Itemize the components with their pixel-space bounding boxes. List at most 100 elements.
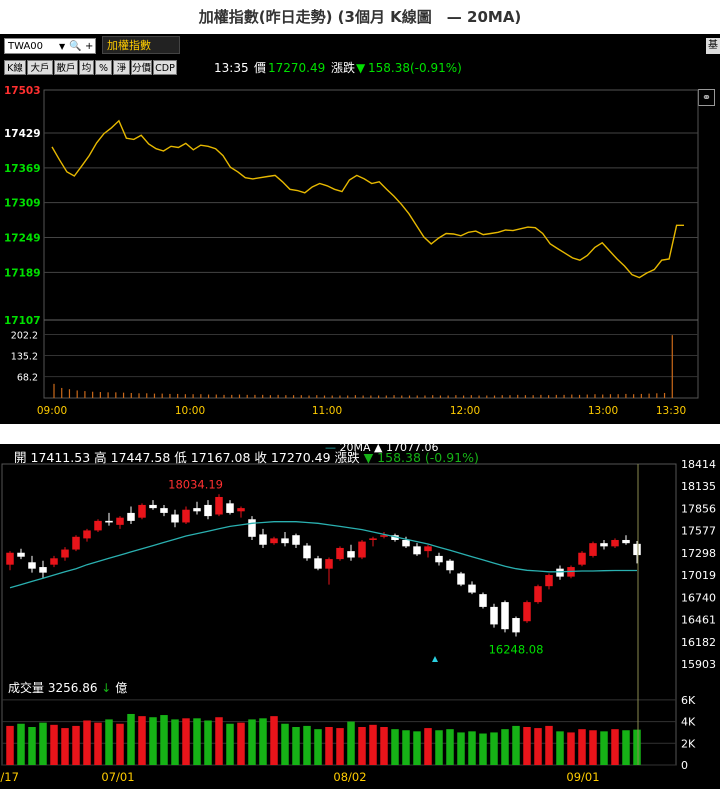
candle-body bbox=[72, 536, 80, 550]
intraday-x-tick: 10:00 bbox=[175, 405, 205, 417]
daily-volume-bar bbox=[424, 728, 432, 765]
candle-body bbox=[479, 594, 487, 607]
intraday-volume-tick: 68.2 bbox=[17, 373, 38, 384]
candle-body bbox=[446, 560, 454, 571]
candle-body bbox=[413, 546, 421, 555]
candle-body bbox=[105, 520, 113, 523]
candle-body bbox=[589, 543, 597, 556]
open-value: 17411.53 bbox=[30, 450, 91, 465]
candle-body bbox=[424, 546, 432, 552]
daily-volume-bar bbox=[545, 725, 553, 765]
candle-body bbox=[556, 568, 564, 577]
volume-value: 3256.86 bbox=[47, 681, 98, 695]
daily-volume-bar bbox=[248, 719, 256, 765]
daily-volume-bar bbox=[479, 733, 487, 765]
candle-body bbox=[149, 504, 157, 509]
daily-volume-bar bbox=[237, 722, 245, 765]
daily-change-value: 158.38 bbox=[377, 450, 421, 465]
candle-body bbox=[303, 545, 311, 559]
daily-volume-bar bbox=[83, 720, 91, 765]
intraday-x-tick: 13:00 bbox=[588, 405, 618, 417]
candle-body bbox=[534, 586, 542, 603]
daily-y-tick: 16740 bbox=[681, 591, 716, 604]
daily-volume-bar bbox=[402, 730, 410, 765]
candle-body bbox=[226, 503, 234, 513]
daily-volume-bar bbox=[193, 718, 201, 765]
daily-volume-bar bbox=[369, 724, 377, 765]
volume-legend: 成交量 3256.86 ↓ 億 bbox=[8, 679, 127, 696]
daily-x-tick: 6/17 bbox=[0, 770, 19, 784]
daily-volume-bar bbox=[50, 724, 58, 765]
daily-change-label: 漲跌 bbox=[334, 450, 360, 465]
intraday-x-tick: 11:00 bbox=[312, 405, 342, 417]
daily-frame bbox=[1, 463, 677, 766]
candle-body bbox=[182, 509, 190, 523]
daily-volume-bar bbox=[325, 727, 333, 765]
candle-body bbox=[369, 538, 377, 540]
candle-body bbox=[171, 514, 179, 523]
daily-y-tick: 17298 bbox=[681, 547, 716, 560]
daily-volume-bar bbox=[380, 727, 388, 765]
daily-volume-tick: 4K bbox=[681, 716, 696, 729]
candle-body bbox=[127, 512, 135, 521]
candle-body bbox=[545, 575, 553, 587]
intraday-y-tick: 17107 bbox=[4, 315, 41, 327]
candle-body bbox=[435, 555, 443, 563]
intraday-volume-tick: 135.2 bbox=[11, 352, 38, 363]
daily-y-tick: 18135 bbox=[681, 480, 716, 493]
candle-body bbox=[259, 534, 267, 545]
daily-y-tick: 17856 bbox=[681, 502, 716, 515]
daily-volume-bar bbox=[413, 731, 421, 765]
daily-volume-bar bbox=[567, 732, 575, 765]
ma20-line bbox=[9, 521, 637, 589]
candle-body bbox=[39, 567, 47, 573]
daily-volume-bar bbox=[226, 723, 234, 765]
daily-volume-bar bbox=[39, 722, 47, 765]
daily-volume-bar bbox=[94, 722, 102, 765]
intraday-x-tick: 09:00 bbox=[37, 405, 67, 417]
daily-volume-bar bbox=[182, 718, 190, 765]
daily-volume-bar bbox=[534, 728, 542, 765]
daily-x-tick: 09/01 bbox=[566, 770, 599, 784]
candle-body bbox=[204, 504, 212, 517]
daily-volume-bar bbox=[336, 728, 344, 765]
ohlc-header: 開 17411.53 高 17447.58 低 17167.08 收 17270… bbox=[14, 447, 479, 466]
candle-body bbox=[281, 538, 289, 544]
candle-body bbox=[347, 551, 355, 558]
intraday-y-tick: 17369 bbox=[4, 163, 41, 175]
intraday-x-tick: 12:00 bbox=[450, 405, 480, 417]
daily-y-tick: 16182 bbox=[681, 636, 716, 649]
candle-body bbox=[17, 552, 25, 557]
candle-body bbox=[237, 508, 245, 512]
candle-body bbox=[622, 539, 630, 544]
intraday-y-tick: 17429 bbox=[4, 128, 41, 140]
intraday-y-tick: 17503 bbox=[4, 85, 41, 97]
daily-y-tick: 17019 bbox=[681, 569, 716, 582]
candle-body bbox=[490, 606, 498, 625]
low-value: 17167.08 bbox=[190, 450, 251, 465]
intraday-volume-tick: 202.2 bbox=[11, 330, 38, 341]
daily-volume-bar bbox=[468, 731, 476, 765]
low-label: 低 bbox=[174, 450, 187, 465]
daily-volume-bar bbox=[171, 719, 179, 765]
daily-chart: 18414 18135 17856 17577 17298 17019 16740 16461… bbox=[0, 458, 716, 784]
candle-body bbox=[336, 547, 344, 560]
daily-volume-bar bbox=[457, 732, 465, 765]
daily-volume-bar bbox=[314, 729, 322, 765]
daily-volume-bar bbox=[6, 725, 14, 765]
candle-body bbox=[28, 562, 36, 569]
candle-body bbox=[325, 559, 333, 569]
chart-title: 加權指數(昨日走勢) (3個月 K線圖 — 20MA) bbox=[198, 8, 522, 26]
daily-volume-tick: 0 bbox=[681, 759, 688, 772]
candle-body bbox=[94, 520, 102, 531]
intraday-price-line bbox=[51, 119, 684, 279]
daily-volume-bar bbox=[600, 731, 608, 765]
candle-body bbox=[358, 541, 366, 558]
candle-body bbox=[402, 539, 410, 547]
daily-volume-bar bbox=[105, 719, 113, 765]
daily-volume-bar bbox=[204, 720, 212, 765]
intraday-y-tick: 17189 bbox=[4, 267, 41, 279]
daily-volume-bar bbox=[160, 715, 168, 765]
high-label: 高 bbox=[94, 450, 107, 465]
daily-volume-bar bbox=[28, 727, 36, 765]
